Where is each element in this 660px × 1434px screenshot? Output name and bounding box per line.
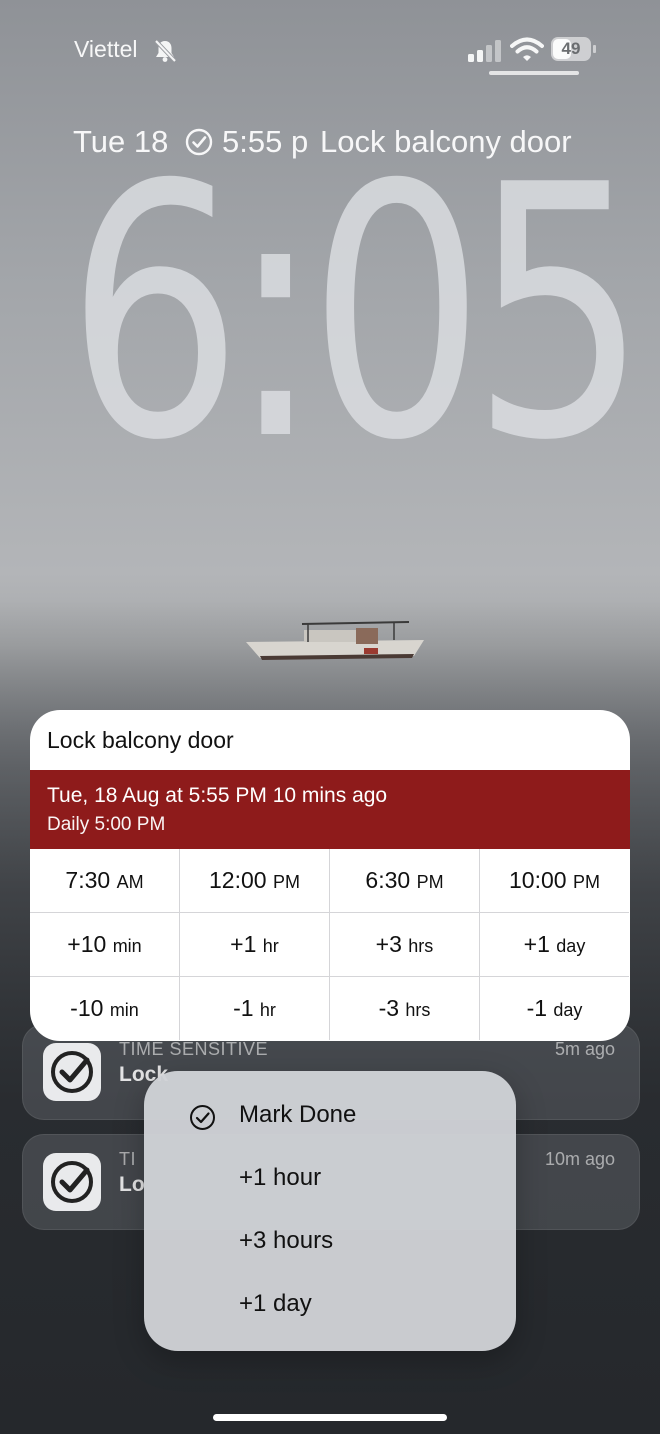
plus-1-hour-action[interactable]: +1 hour (144, 1148, 516, 1211)
option-value: -1 (233, 995, 254, 1021)
signal-icon (468, 40, 501, 62)
mark-done-action[interactable]: Mark Done (144, 1085, 516, 1148)
menu-item-label: Mark Done (239, 1101, 357, 1128)
option-unit: hrs (405, 1000, 431, 1020)
status-bar: Viettel 49 (0, 34, 660, 68)
notification-time: 10m ago (544, 1149, 615, 1169)
repeat-text: Daily 5:00 PM (47, 814, 166, 835)
notification-title: Lo (119, 1173, 145, 1196)
menu-item-label: +3 hours (239, 1227, 334, 1254)
plus-3-hours-action[interactable]: +3 hours (144, 1211, 516, 1274)
option-value: +10 (67, 931, 107, 957)
menu-item-label: +1 day (239, 1290, 312, 1317)
option-unit: hrs (408, 936, 434, 956)
carrier-name: Viettel (74, 36, 138, 62)
lock-screen-clock: 6:05 (66, 112, 648, 517)
snooze-option-7-30-am[interactable]: 7:30 AM (30, 849, 180, 913)
option-unit: PM (416, 872, 444, 892)
option-value: +1 (230, 931, 257, 957)
option-unit: day (556, 936, 586, 956)
plus-1-day-action[interactable]: +1 day (144, 1274, 516, 1337)
app-icon (43, 1043, 101, 1101)
snooze-plus-1-hr[interactable]: +1 hr (180, 913, 330, 977)
snooze-option-10-00-pm[interactable]: 10:00 PM (480, 849, 629, 913)
checkmark-circle-icon (190, 1105, 215, 1130)
due-date-text: Tue, 18 Aug at 5:55 PM 10 mins ago (47, 784, 388, 807)
snooze-option-12-00-pm[interactable]: 12:00 PM (180, 849, 330, 913)
checkmark-circle-icon (51, 1161, 93, 1203)
option-unit: PM (572, 872, 600, 892)
wifi-icon (510, 37, 544, 61)
option-value: 10:00 (509, 867, 567, 893)
option-unit: AM (116, 872, 144, 892)
option-unit: hr (259, 1000, 276, 1020)
snooze-grid: 7:30 AM 12:00 PM 6:30 PM 10:00 PM +10 mi… (30, 849, 630, 1041)
option-value: +1 (523, 931, 550, 957)
boat-image (246, 621, 424, 660)
checkmark-circle-icon (51, 1051, 93, 1093)
option-value: -1 (526, 995, 548, 1021)
option-unit: day (553, 1000, 583, 1020)
notification-category: TI (119, 1149, 136, 1169)
snooze-plus-3-hrs[interactable]: +3 hrs (330, 913, 480, 977)
snooze-minus-3-hrs[interactable]: -3 hrs (330, 977, 480, 1040)
option-value: +3 (375, 931, 402, 957)
option-value: -3 (378, 995, 400, 1021)
option-unit: min (109, 1000, 139, 1020)
option-value: 6:30 (365, 867, 411, 893)
home-indicator[interactable] (213, 1414, 447, 1421)
snooze-minus-10-min[interactable]: -10 min (30, 977, 180, 1040)
battery-icon: 49 (551, 37, 597, 61)
battery-level: 49 (561, 39, 581, 58)
option-unit: hr (262, 936, 279, 956)
reminder-title: Lock balcony door (47, 727, 234, 753)
snooze-plus-1-day[interactable]: +1 day (480, 913, 629, 977)
option-unit: PM (272, 872, 300, 892)
notification-action-menu: Mark Done +1 hour +3 hours +1 day (144, 1071, 516, 1351)
option-value: -10 (70, 995, 104, 1021)
notification-category: TIME SENSITIVE (119, 1039, 269, 1059)
snooze-option-6-30-pm[interactable]: 6:30 PM (330, 849, 480, 913)
control-center-indicator[interactable] (489, 71, 579, 75)
notification-time: 5m ago (554, 1039, 615, 1059)
snooze-minus-1-hr[interactable]: -1 hr (180, 977, 330, 1040)
snooze-plus-10-min[interactable]: +10 min (30, 913, 180, 977)
due-banner: Tue, 18 Aug at 5:55 PM 10 mins ago Daily… (30, 770, 630, 849)
reminder-notification-expanded: Lock balcony door Tue, 18 Aug at 5:55 PM… (30, 710, 630, 1041)
option-unit: min (112, 936, 142, 956)
option-value: 7:30 (65, 867, 111, 893)
snooze-minus-1-day[interactable]: -1 day (480, 977, 629, 1040)
menu-item-label: +1 hour (239, 1164, 322, 1191)
option-value: 12:00 (209, 867, 267, 893)
app-icon (43, 1153, 101, 1211)
bell-slash-icon (154, 39, 177, 63)
